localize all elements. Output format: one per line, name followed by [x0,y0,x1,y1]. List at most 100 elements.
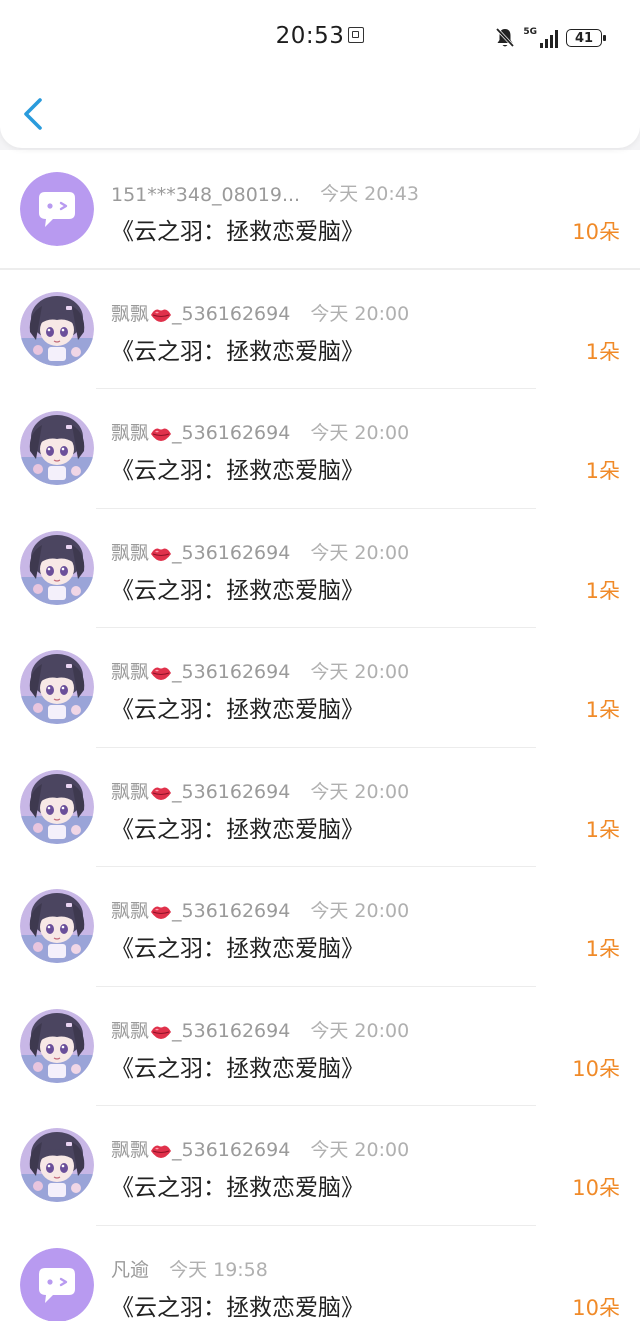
sender-name: 飘飘 [111,1139,150,1161]
gift-record-list[interactable]: 151***348_08019... 今天 20:43 《云之羽：拯救恋爱脑》 … [0,150,640,1321]
record-meta: 飘飘 _536162694 今天 20:00 [111,299,409,326]
gift-record-row[interactable]: 飘飘 _536162694 今天 20:00 《云之羽：拯救恋爱脑》 10朵 [0,1106,640,1226]
avatar[interactable] [20,889,94,963]
anime-avatar-icon [20,291,94,366]
gift-amount: 10朵 [572,1295,620,1320]
network-label: 5G [523,27,537,37]
book-title: 《云之羽：拯救恋爱脑》 [111,936,364,962]
record-time: 今天 20:00 [310,541,410,564]
anime-avatar-icon [20,889,94,963]
book-title: 《云之羽：拯救恋爱脑》 [111,219,364,245]
sender-name: 飘飘 [111,900,150,922]
gift-record-row[interactable]: 凡逾 今天 19:58 《云之羽：拯救恋爱脑》 10朵 [0,1225,640,1321]
record-time: 今天 20:00 [310,900,410,922]
gift-amount: 10朵 [572,220,620,244]
record-time: 今天 20:00 [310,302,410,325]
sender-id: _536162694 [172,780,291,803]
anime-avatar-icon [20,411,94,485]
lips-icon [151,548,172,561]
notification-card-icon [348,26,365,43]
battery-level: 41 [574,30,594,46]
chevron-left-icon [24,98,42,130]
book-title: 《云之羽：拯救恋爱脑》 [111,816,364,843]
sender-name: 飘飘 [111,302,150,325]
book-title: 《云之羽：拯救恋爱脑》 [111,458,364,484]
book-title: 《云之羽：拯救恋爱脑》 [111,338,364,365]
sender-id: _536162694 [172,541,291,564]
gift-amount: 10朵 [572,1176,620,1200]
anime-avatar-icon [20,650,94,724]
sender-name: 飘飘 [111,780,150,803]
avatar[interactable] [20,172,94,246]
record-meta: 飘飘 _536162694 今天 20:00 [111,896,409,923]
sender-id: _536162694 [172,661,291,683]
sender-name: 151***348_08019... [111,184,301,206]
anime-avatar-icon [20,769,94,844]
sender-id: _536162694 [172,900,291,922]
record-meta: 飘飘 _536162694 今天 20:00 [111,777,409,804]
battery-icon: 41 [566,29,606,47]
record-meta: 飘飘 _536162694 今天 20:00 [111,538,409,565]
avatar[interactable] [20,1128,94,1202]
lips-icon [151,1145,172,1158]
gift-record-row[interactable]: 飘飘 _536162694 今天 20:00 《云之羽：拯救恋爱脑》 1朵 [0,628,640,748]
signal-icon: 5G [523,28,558,48]
gift-amount: 10朵 [572,1056,620,1081]
anime-avatar-icon [20,1008,94,1083]
record-time: 今天 19:58 [169,1258,268,1281]
avatar[interactable] [20,1247,94,1321]
gift-record-row[interactable]: 飘飘 _536162694 今天 20:00 《云之羽：拯救恋爱脑》 1朵 [0,747,640,867]
record-time: 今天 20:00 [310,422,410,444]
sender-id: _536162694 [172,1139,291,1161]
record-meta: 飘飘 _536162694 今天 20:00 [111,1016,409,1043]
avatar[interactable] [20,411,94,485]
bell-off-icon [496,27,515,48]
record-meta: 飘飘 _536162694 今天 20:00 [111,418,409,445]
sender-name: 凡逾 [111,1258,150,1281]
book-title: 《云之羽：拯救恋爱脑》 [111,577,364,604]
gift-record-row[interactable]: 飘飘 _536162694 今天 20:00 《云之羽：拯救恋爱脑》 1朵 [0,867,640,987]
record-time: 今天 20:00 [310,780,410,803]
gift-amount: 1朵 [585,578,620,603]
anime-avatar-icon [20,530,94,605]
sender-name: 飘飘 [111,541,150,564]
lips-icon [151,309,172,322]
avatar[interactable] [20,530,94,605]
gift-record-row[interactable]: 飘飘 _536162694 今天 20:00 《云之羽：拯救恋爱脑》 1朵 [0,269,640,389]
sender-id: _536162694 [172,1019,291,1042]
gift-record-row[interactable]: 飘飘 _536162694 今天 20:00 《云之羽：拯救恋爱脑》 10朵 [0,986,640,1106]
gift-record-row[interactable]: 飘飘 _536162694 今天 20:00 《云之羽：拯救恋爱脑》 1朵 [0,389,640,509]
lips-icon [151,1026,172,1039]
lips-icon [151,428,172,441]
book-title: 《云之羽：拯救恋爱脑》 [111,1055,364,1082]
record-meta: 151***348_08019... 今天 20:43 [111,179,419,206]
top-bar: 20:53 5G 41 [0,0,640,148]
sender-name: 飘飘 [111,661,150,683]
gift-amount: 1朵 [585,698,620,722]
record-time: 今天 20:43 [320,183,419,205]
sender-name: 飘飘 [111,1019,150,1042]
gift-amount: 1朵 [585,937,620,961]
avatar[interactable] [20,1008,94,1083]
avatar[interactable] [20,291,94,366]
default-avatar-icon [20,172,94,246]
avatar[interactable] [20,650,94,724]
lips-icon [151,667,172,680]
record-meta: 飘飘 _536162694 今天 20:00 [111,657,409,684]
book-title: 《云之羽：拯救恋爱脑》 [111,697,364,723]
default-avatar-icon [20,1247,94,1321]
lips-icon [151,906,172,919]
back-button[interactable] [18,92,54,136]
sender-id: _536162694 [172,302,291,325]
gift-record-row[interactable]: 151***348_08019... 今天 20:43 《云之羽：拯救恋爱脑》 … [0,150,640,270]
book-title: 《云之羽：拯救恋爱脑》 [111,1175,364,1201]
avatar[interactable] [20,769,94,844]
record-time: 今天 20:00 [310,1019,410,1042]
gift-record-row[interactable]: 飘飘 _536162694 今天 20:00 《云之羽：拯救恋爱脑》 1朵 [0,508,640,628]
book-title: 《云之羽：拯救恋爱脑》 [111,1294,364,1321]
record-time: 今天 20:00 [310,1139,410,1161]
sender-id: _536162694 [172,422,291,444]
gift-amount: 1朵 [585,339,620,364]
anime-avatar-icon [20,1128,94,1202]
status-icons: 5G 41 [495,26,606,50]
